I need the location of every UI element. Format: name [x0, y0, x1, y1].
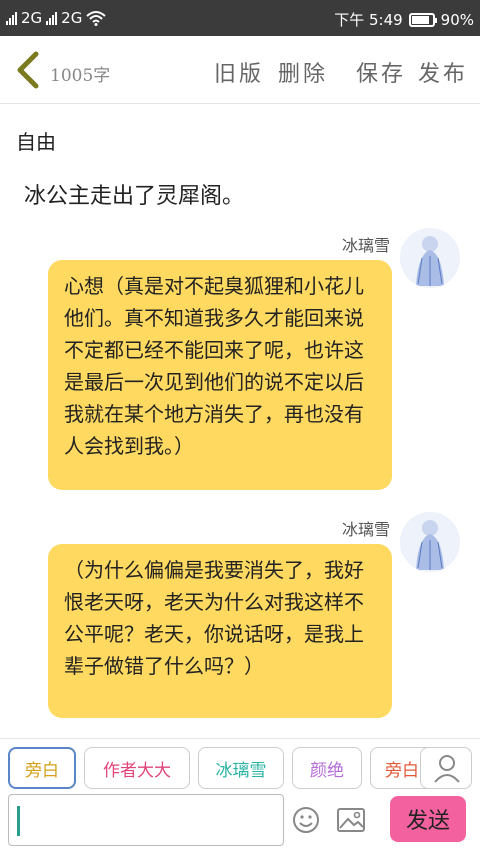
message-bubble[interactable]: （为什么偏偏是我要消失了，我好恨老天呀，老天为什么对我这样不公平呢？老天，你说话…	[48, 544, 392, 718]
battery-fill	[411, 15, 430, 24]
status-right: 下午 5:49 90%	[334, 9, 474, 30]
chip-label: 作者大大	[103, 760, 171, 781]
add-character-button[interactable]	[420, 747, 472, 789]
delete-button[interactable]: 删除	[278, 56, 328, 88]
chip-author[interactable]: 作者大大	[84, 747, 190, 789]
battery-icon	[408, 12, 437, 27]
message-input-row: 发送	[0, 792, 480, 854]
avatar-image	[400, 512, 460, 572]
chip-label: 旁白	[25, 760, 59, 781]
message-input[interactable]	[8, 794, 284, 846]
chip-label: 冰璃雪	[215, 760, 267, 781]
signal-icon	[6, 11, 17, 25]
sim2-network: 2G	[61, 9, 83, 27]
image-icon[interactable]	[336, 806, 366, 834]
chip-label: 颜绝	[310, 760, 344, 781]
chip-yan-jue[interactable]: 颜绝	[292, 747, 362, 789]
avatar[interactable]	[400, 228, 460, 288]
person-icon	[434, 755, 460, 783]
status-left: 2G 2G	[6, 9, 107, 27]
clock: 下午 5:49	[334, 11, 403, 29]
old-version-button[interactable]: 旧版	[214, 56, 264, 88]
back-arrow-icon[interactable]	[12, 50, 42, 90]
free-label[interactable]: 自由	[16, 126, 56, 155]
emoji-icon[interactable]	[292, 806, 320, 834]
send-button[interactable]: 发送	[390, 796, 466, 842]
character-chip-bar: 旁白 作者大大 冰璃雪 颜绝 旁白	[0, 738, 480, 792]
chip-bingli-xue[interactable]: 冰璃雪	[198, 747, 284, 789]
wifi-icon	[86, 11, 107, 26]
save-button[interactable]: 保存	[356, 56, 406, 88]
signal-icon	[46, 11, 58, 25]
avatar-image	[400, 228, 460, 288]
word-count: 1005字	[50, 66, 111, 86]
publish-button[interactable]: 发布	[418, 56, 468, 88]
chip-label: 旁白	[385, 760, 419, 781]
avatar[interactable]	[400, 512, 460, 572]
sim1-network: 2G	[21, 9, 43, 27]
text-caret	[17, 806, 20, 836]
message-bubble[interactable]: 心想（真是对不起臭狐狸和小花儿他们。真不知道我多久才能回来说不定都已经不能回来了…	[48, 260, 392, 490]
editor-toolbar: 1005字 旧版 删除 保存 发布	[0, 36, 480, 104]
speaker-name: 冰璃雪	[341, 236, 390, 255]
chip-narrator[interactable]: 旁白	[8, 747, 76, 789]
speaker-name: 冰璃雪	[341, 520, 390, 539]
battery-percent: 90%	[440, 10, 474, 29]
status-bar: 2G 2G 下午 5:49 90%	[0, 0, 480, 36]
narration-text: 冰公主走出了灵犀阁。	[24, 184, 245, 209]
